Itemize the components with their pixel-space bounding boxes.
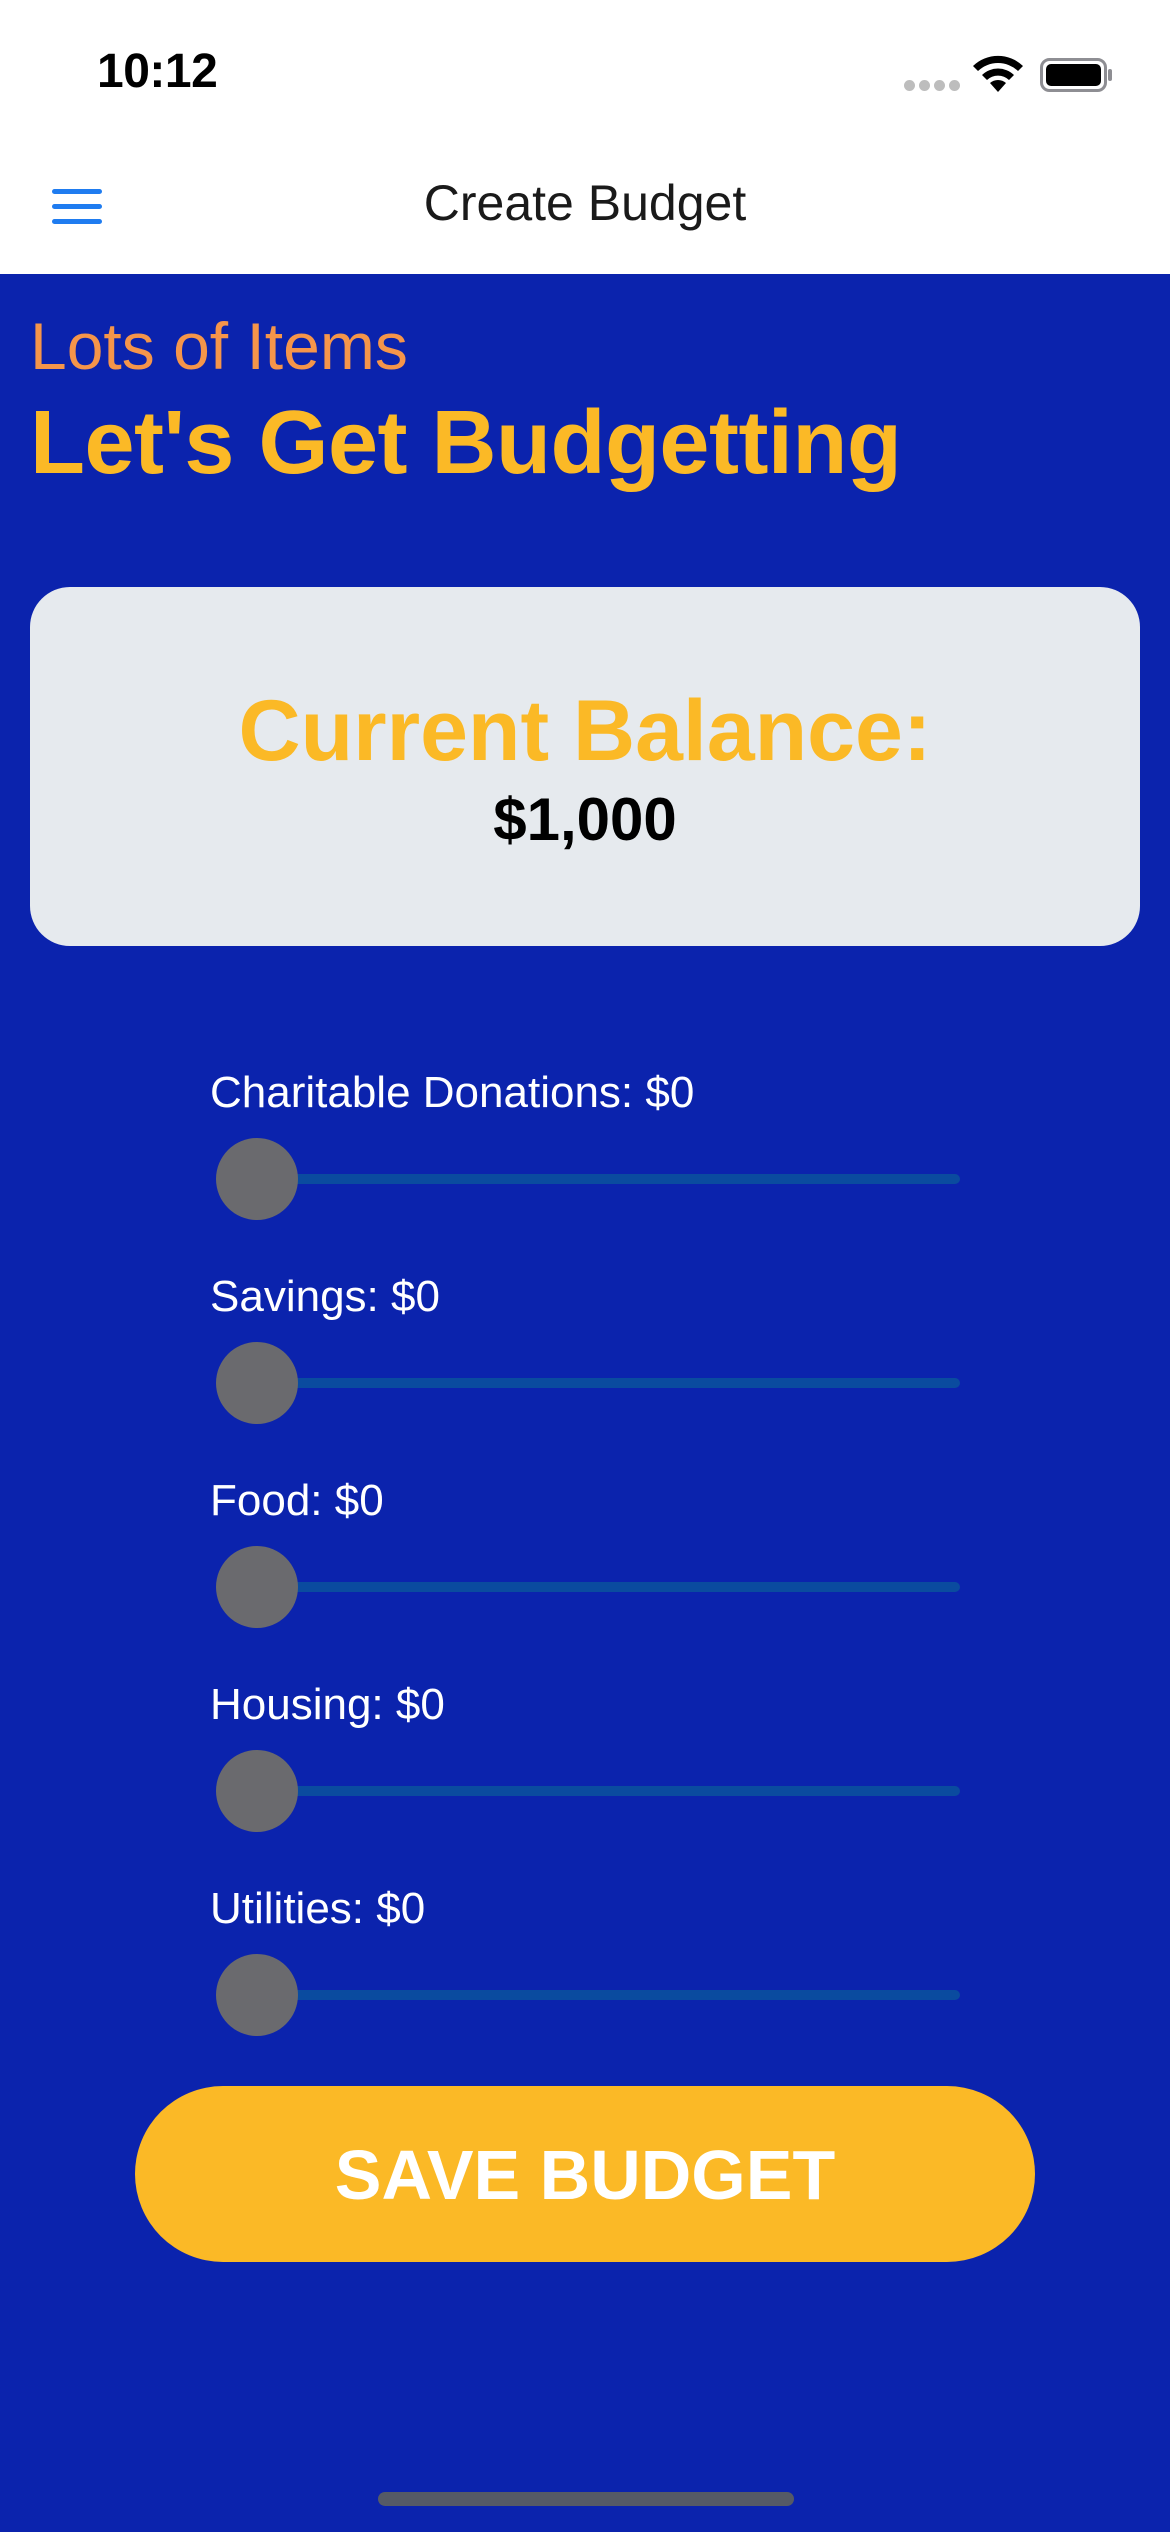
- slider-label: Savings: $0: [210, 1272, 440, 1321]
- status-bar: 10:12: [0, 0, 1170, 148]
- signal-icon: [904, 80, 960, 94]
- slider-label: Utilities: $0: [210, 1884, 426, 1933]
- balance-label: Current Balance:: [238, 683, 932, 779]
- slider-thumb[interactable]: [216, 1138, 298, 1220]
- wifi-icon: [973, 55, 1023, 92]
- page-title: Create Budget: [423, 175, 747, 231]
- slider-label: Charitable Donations: $0: [210, 1068, 695, 1117]
- slider-thumb[interactable]: [216, 1342, 298, 1424]
- slider-housing: Housing: $0: [210, 1680, 970, 1860]
- slider-food: Food: $0: [210, 1476, 970, 1656]
- slider-charitable-donations: Charitable Donations: $0: [210, 1068, 970, 1248]
- slider-track[interactable]: [220, 1378, 960, 1388]
- slider-thumb[interactable]: [216, 1750, 298, 1832]
- slider-thumb[interactable]: [216, 1546, 298, 1628]
- slider-savings: Savings: $0: [210, 1272, 970, 1452]
- balance-card: Current Balance: $1,000: [30, 587, 1140, 946]
- slider-utilities: Utilities: $0: [210, 1884, 970, 2064]
- slider-track[interactable]: [220, 1582, 960, 1592]
- slider-track[interactable]: [220, 1174, 960, 1184]
- budget-heading: Let's Get Budgetting: [30, 393, 902, 493]
- balance-value: $1,000: [493, 786, 677, 853]
- save-budget-button[interactable]: SAVE BUDGET: [135, 2086, 1035, 2262]
- budget-subtitle: Lots of Items: [30, 309, 408, 383]
- slider-track[interactable]: [220, 1990, 960, 2000]
- battery-icon: [1040, 58, 1112, 92]
- slider-thumb[interactable]: [216, 1954, 298, 2036]
- slider-track[interactable]: [220, 1786, 960, 1796]
- home-indicator[interactable]: [378, 2492, 794, 2506]
- slider-label: Food: $0: [210, 1476, 384, 1525]
- slider-label: Housing: $0: [210, 1680, 445, 1729]
- status-time: 10:12: [97, 45, 218, 98]
- nav-bar: Create Budget: [0, 148, 1170, 274]
